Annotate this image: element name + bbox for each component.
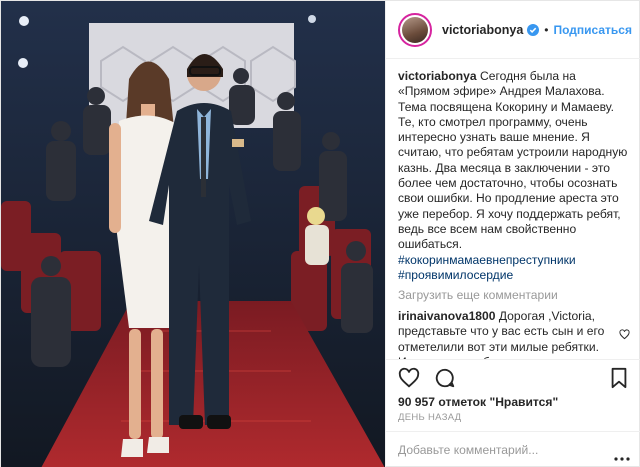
follow-button[interactable]: Подписаться	[553, 23, 631, 37]
likes-label: отметок "Нравится"	[438, 395, 559, 409]
more-options-icon[interactable]	[614, 448, 630, 461]
comment-input[interactable]	[398, 443, 598, 457]
like-heart-icon[interactable]	[398, 367, 420, 389]
comment-username[interactable]: irinaivanova1800	[398, 309, 495, 323]
comment-bubble-icon[interactable]	[434, 367, 456, 389]
add-comment-bar	[386, 431, 640, 467]
post-timestamp[interactable]: ДЕНЬ НАЗАД	[398, 412, 461, 423]
caption-username[interactable]: victoriabonya	[398, 69, 477, 83]
post-details-panel: victoriabonya • Подписаться victoriabony…	[385, 1, 640, 467]
post-photo[interactable]	[1, 1, 385, 467]
load-more-comments-button[interactable]: Загрузить еще комментарии	[398, 288, 630, 302]
post-actions-bar	[386, 359, 640, 395]
instagram-post: victoriabonya • Подписаться victoriabony…	[0, 0, 640, 467]
likes-count[interactable]: 90 957 отметок "Нравится"	[398, 395, 558, 409]
hashtag-link[interactable]: #проявимилосердие	[398, 268, 513, 282]
post-photo-illustration	[1, 1, 385, 467]
likes-number: 90 957	[398, 395, 435, 409]
verified-badge-icon	[527, 23, 540, 36]
comment-item: irinaivanova1800 Дорогая ,Victoria, пред…	[398, 309, 630, 359]
hashtag-link[interactable]: #кокоринмамаевнепреступники	[398, 253, 576, 267]
comment-like-heart-icon[interactable]	[619, 329, 630, 340]
header-separator: •	[544, 22, 549, 37]
bookmark-icon[interactable]	[608, 367, 630, 389]
post-caption: victoriabonya Сегодня была на «Прямом эф…	[398, 69, 630, 283]
comments-section: victoriabonya Сегодня была на «Прямом эф…	[386, 59, 640, 359]
caption-text: Сегодня была на «Прямом эфире» Андрея Ма…	[398, 69, 628, 252]
post-header: victoriabonya • Подписаться	[386, 1, 640, 59]
header-username[interactable]: victoriabonya	[442, 23, 523, 37]
avatar[interactable]	[398, 12, 432, 47]
